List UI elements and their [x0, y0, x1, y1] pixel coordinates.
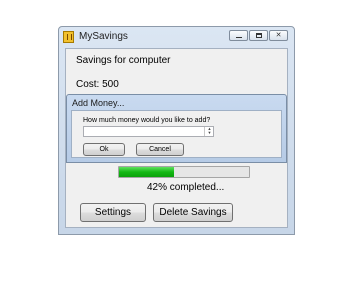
amount-prompt: How much money would you like to add? — [83, 117, 211, 124]
amount-spinner[interactable]: ▲ ▼ — [204, 127, 214, 136]
ok-button[interactable]: Ok — [83, 143, 125, 156]
spin-down-icon[interactable]: ▼ — [205, 131, 214, 135]
dialog-title[interactable]: Add Money... — [72, 98, 124, 108]
progress-text: 42% completed... — [147, 182, 225, 193]
minimize-icon — [236, 37, 242, 38]
app-icon — [63, 31, 74, 43]
maximize-icon — [256, 33, 262, 38]
delete-savings-button[interactable]: Delete Savings — [153, 203, 233, 222]
settings-button[interactable]: Settings — [80, 203, 146, 222]
close-button[interactable]: ✕ — [269, 30, 288, 41]
cancel-button[interactable]: Cancel — [136, 143, 184, 156]
cost-label: Cost: 500 — [76, 79, 119, 90]
progress-fill — [119, 167, 174, 177]
add-money-dialog: Add Money... How much money would you li… — [66, 94, 287, 163]
savings-progress-bar — [118, 166, 250, 178]
savings-title: Savings for computer — [76, 55, 171, 66]
minimize-button[interactable] — [229, 30, 248, 41]
dialog-client-area: How much money would you like to add? ▲ … — [71, 110, 282, 158]
close-icon: ✕ — [275, 32, 282, 39]
window-title: MySavings — [79, 31, 128, 42]
amount-input[interactable] — [83, 126, 214, 137]
maximize-button[interactable] — [249, 30, 268, 41]
caption-buttons: ✕ — [228, 30, 288, 41]
title-bar[interactable]: MySavings ✕ — [59, 27, 294, 47]
